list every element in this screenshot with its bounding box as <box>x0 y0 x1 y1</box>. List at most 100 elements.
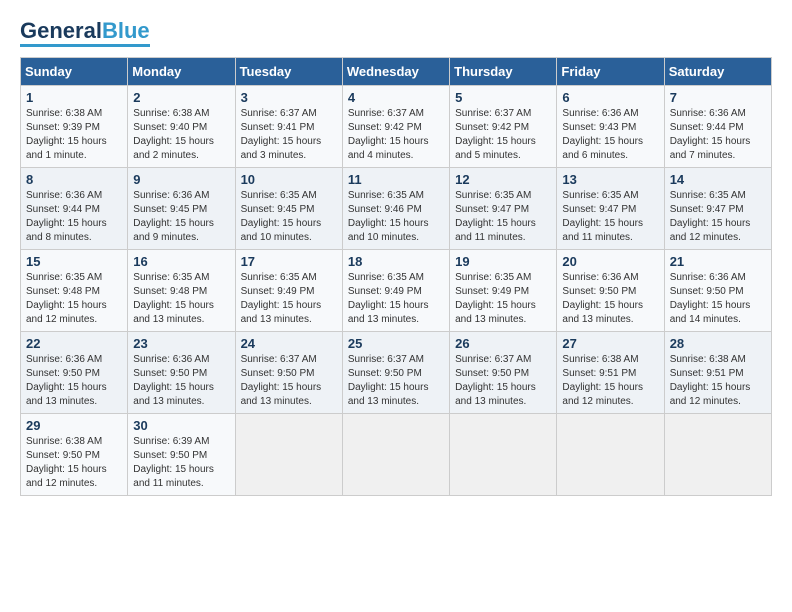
col-header-wednesday: Wednesday <box>342 58 449 86</box>
day-number: 24 <box>241 336 337 351</box>
day-number: 7 <box>670 90 766 105</box>
page-header: GeneralBlue <box>20 20 772 47</box>
day-cell-30: 30 Sunrise: 6:39 AMSunset: 9:50 PMDayligh… <box>128 414 235 496</box>
day-cell-26: 26 Sunrise: 6:37 AMSunset: 9:50 PMDayligh… <box>450 332 557 414</box>
col-header-friday: Friday <box>557 58 664 86</box>
day-info: Sunrise: 6:37 AMSunset: 9:50 PMDaylight:… <box>241 353 337 409</box>
day-cell-7: 7 Sunrise: 6:36 AMSunset: 9:44 PMDaylight… <box>664 86 771 168</box>
day-number: 21 <box>670 254 766 269</box>
day-info: Sunrise: 6:38 AMSunset: 9:51 PMDaylight:… <box>562 353 658 409</box>
day-number: 1 <box>26 90 122 105</box>
day-number: 11 <box>348 172 444 187</box>
day-info: Sunrise: 6:36 AMSunset: 9:44 PMDaylight:… <box>26 189 122 245</box>
calendar-table: SundayMondayTuesdayWednesdayThursdayFrid… <box>20 57 772 496</box>
empty-cell <box>557 414 664 496</box>
day-cell-9: 9 Sunrise: 6:36 AMSunset: 9:45 PMDaylight… <box>128 168 235 250</box>
header-row: SundayMondayTuesdayWednesdayThursdayFrid… <box>21 58 772 86</box>
week-row-2: 8 Sunrise: 6:36 AMSunset: 9:44 PMDaylight… <box>21 168 772 250</box>
empty-cell <box>342 414 449 496</box>
day-info: Sunrise: 6:36 AMSunset: 9:50 PMDaylight:… <box>562 271 658 327</box>
logo: GeneralBlue <box>20 20 150 47</box>
day-info: Sunrise: 6:37 AMSunset: 9:42 PMDaylight:… <box>455 107 551 163</box>
day-number: 10 <box>241 172 337 187</box>
day-cell-8: 8 Sunrise: 6:36 AMSunset: 9:44 PMDaylight… <box>21 168 128 250</box>
empty-cell <box>450 414 557 496</box>
day-info: Sunrise: 6:36 AMSunset: 9:43 PMDaylight:… <box>562 107 658 163</box>
day-number: 26 <box>455 336 551 351</box>
day-cell-19: 19Sunrise: 6:35 AMSunset: 9:49 PMDayligh… <box>450 250 557 332</box>
day-number: 13 <box>562 172 658 187</box>
col-header-monday: Monday <box>128 58 235 86</box>
day-cell-21: 21 Sunrise: 6:36 AMSunset: 9:50 PMDayligh… <box>664 250 771 332</box>
day-info: Sunrise: 6:35 AMSunset: 9:47 PMDaylight:… <box>562 189 658 245</box>
day-number: 9 <box>133 172 229 187</box>
empty-cell <box>235 414 342 496</box>
day-cell-11: 11 Sunrise: 6:35 AMSunset: 9:46 PMDayligh… <box>342 168 449 250</box>
day-info: Sunrise: 6:35 AMSunset: 9:48 PMDaylight:… <box>26 271 122 327</box>
day-info: Sunrise: 6:37 AMSunset: 9:41 PMDaylight:… <box>241 107 337 163</box>
day-cell-14: 14Sunrise: 6:35 AMSunset: 9:47 PMDayligh… <box>664 168 771 250</box>
day-info: Sunrise: 6:36 AMSunset: 9:45 PMDaylight:… <box>133 189 229 245</box>
day-info: Sunrise: 6:38 AMSunset: 9:39 PMDaylight:… <box>26 107 122 163</box>
week-row-1: 1 Sunrise: 6:38 AMSunset: 9:39 PMDaylight… <box>21 86 772 168</box>
day-cell-5: 5Sunrise: 6:37 AMSunset: 9:42 PMDaylight… <box>450 86 557 168</box>
day-number: 15 <box>26 254 122 269</box>
col-header-tuesday: Tuesday <box>235 58 342 86</box>
day-info: Sunrise: 6:38 AMSunset: 9:40 PMDaylight:… <box>133 107 229 163</box>
day-cell-12: 12 Sunrise: 6:35 AMSunset: 9:47 PMDayligh… <box>450 168 557 250</box>
logo-text: GeneralBlue <box>20 20 150 42</box>
day-number: 17 <box>241 254 337 269</box>
logo-line <box>20 44 150 47</box>
day-cell-25: 25 Sunrise: 6:37 AMSunset: 9:50 PMDayligh… <box>342 332 449 414</box>
day-number: 8 <box>26 172 122 187</box>
day-number: 22 <box>26 336 122 351</box>
col-header-thursday: Thursday <box>450 58 557 86</box>
day-number: 20 <box>562 254 658 269</box>
day-number: 23 <box>133 336 229 351</box>
day-number: 16 <box>133 254 229 269</box>
day-number: 25 <box>348 336 444 351</box>
week-row-4: 22 Sunrise: 6:36 AMSunset: 9:50 PMDayligh… <box>21 332 772 414</box>
day-number: 28 <box>670 336 766 351</box>
day-info: Sunrise: 6:38 AMSunset: 9:50 PMDaylight:… <box>26 435 122 491</box>
day-info: Sunrise: 6:37 AMSunset: 9:50 PMDaylight:… <box>455 353 551 409</box>
day-info: Sunrise: 6:36 AMSunset: 9:50 PMDaylight:… <box>133 353 229 409</box>
day-cell-20: 20 Sunrise: 6:36 AMSunset: 9:50 PMDayligh… <box>557 250 664 332</box>
day-cell-15: 15 Sunrise: 6:35 AMSunset: 9:48 PMDayligh… <box>21 250 128 332</box>
day-info: Sunrise: 6:35 AMSunset: 9:47 PMDaylight:… <box>455 189 551 245</box>
col-header-sunday: Sunday <box>21 58 128 86</box>
day-info: Sunrise: 6:35 AMSunset: 9:49 PMDaylight:… <box>455 271 551 327</box>
day-cell-22: 22Sunrise: 6:36 AMSunset: 9:50 PMDayligh… <box>21 332 128 414</box>
day-cell-2: 2 Sunrise: 6:38 AMSunset: 9:40 PMDaylight… <box>128 86 235 168</box>
day-info: Sunrise: 6:35 AMSunset: 9:48 PMDaylight:… <box>133 271 229 327</box>
day-info: Sunrise: 6:35 AMSunset: 9:49 PMDaylight:… <box>348 271 444 327</box>
day-number: 12 <box>455 172 551 187</box>
week-row-3: 15 Sunrise: 6:35 AMSunset: 9:48 PMDayligh… <box>21 250 772 332</box>
day-info: Sunrise: 6:39 AMSunset: 9:50 PMDaylight:… <box>133 435 229 491</box>
day-info: Sunrise: 6:37 AMSunset: 9:42 PMDaylight:… <box>348 107 444 163</box>
day-cell-6: 6Sunrise: 6:36 AMSunset: 9:43 PMDaylight… <box>557 86 664 168</box>
logo-blue: Blue <box>102 18 150 43</box>
day-cell-13: 13 Sunrise: 6:35 AMSunset: 9:47 PMDayligh… <box>557 168 664 250</box>
day-cell-29: 29 Sunrise: 6:38 AMSunset: 9:50 PMDayligh… <box>21 414 128 496</box>
day-number: 18 <box>348 254 444 269</box>
day-cell-10: 10 Sunrise: 6:35 AMSunset: 9:45 PMDayligh… <box>235 168 342 250</box>
empty-cell <box>664 414 771 496</box>
day-info: Sunrise: 6:38 AMSunset: 9:51 PMDaylight:… <box>670 353 766 409</box>
day-info: Sunrise: 6:37 AMSunset: 9:50 PMDaylight:… <box>348 353 444 409</box>
day-info: Sunrise: 6:36 AMSunset: 9:44 PMDaylight:… <box>670 107 766 163</box>
day-info: Sunrise: 6:35 AMSunset: 9:46 PMDaylight:… <box>348 189 444 245</box>
day-cell-23: 23 Sunrise: 6:36 AMSunset: 9:50 PMDayligh… <box>128 332 235 414</box>
day-cell-24: 24 Sunrise: 6:37 AMSunset: 9:50 PMDayligh… <box>235 332 342 414</box>
day-number: 29 <box>26 418 122 433</box>
day-info: Sunrise: 6:35 AMSunset: 9:45 PMDaylight:… <box>241 189 337 245</box>
day-number: 30 <box>133 418 229 433</box>
day-cell-1: 1 Sunrise: 6:38 AMSunset: 9:39 PMDaylight… <box>21 86 128 168</box>
day-number: 2 <box>133 90 229 105</box>
day-cell-3: 3Sunrise: 6:37 AMSunset: 9:41 PMDaylight… <box>235 86 342 168</box>
day-info: Sunrise: 6:36 AMSunset: 9:50 PMDaylight:… <box>670 271 766 327</box>
day-number: 27 <box>562 336 658 351</box>
day-number: 4 <box>348 90 444 105</box>
day-info: Sunrise: 6:35 AMSunset: 9:49 PMDaylight:… <box>241 271 337 327</box>
day-number: 14 <box>670 172 766 187</box>
